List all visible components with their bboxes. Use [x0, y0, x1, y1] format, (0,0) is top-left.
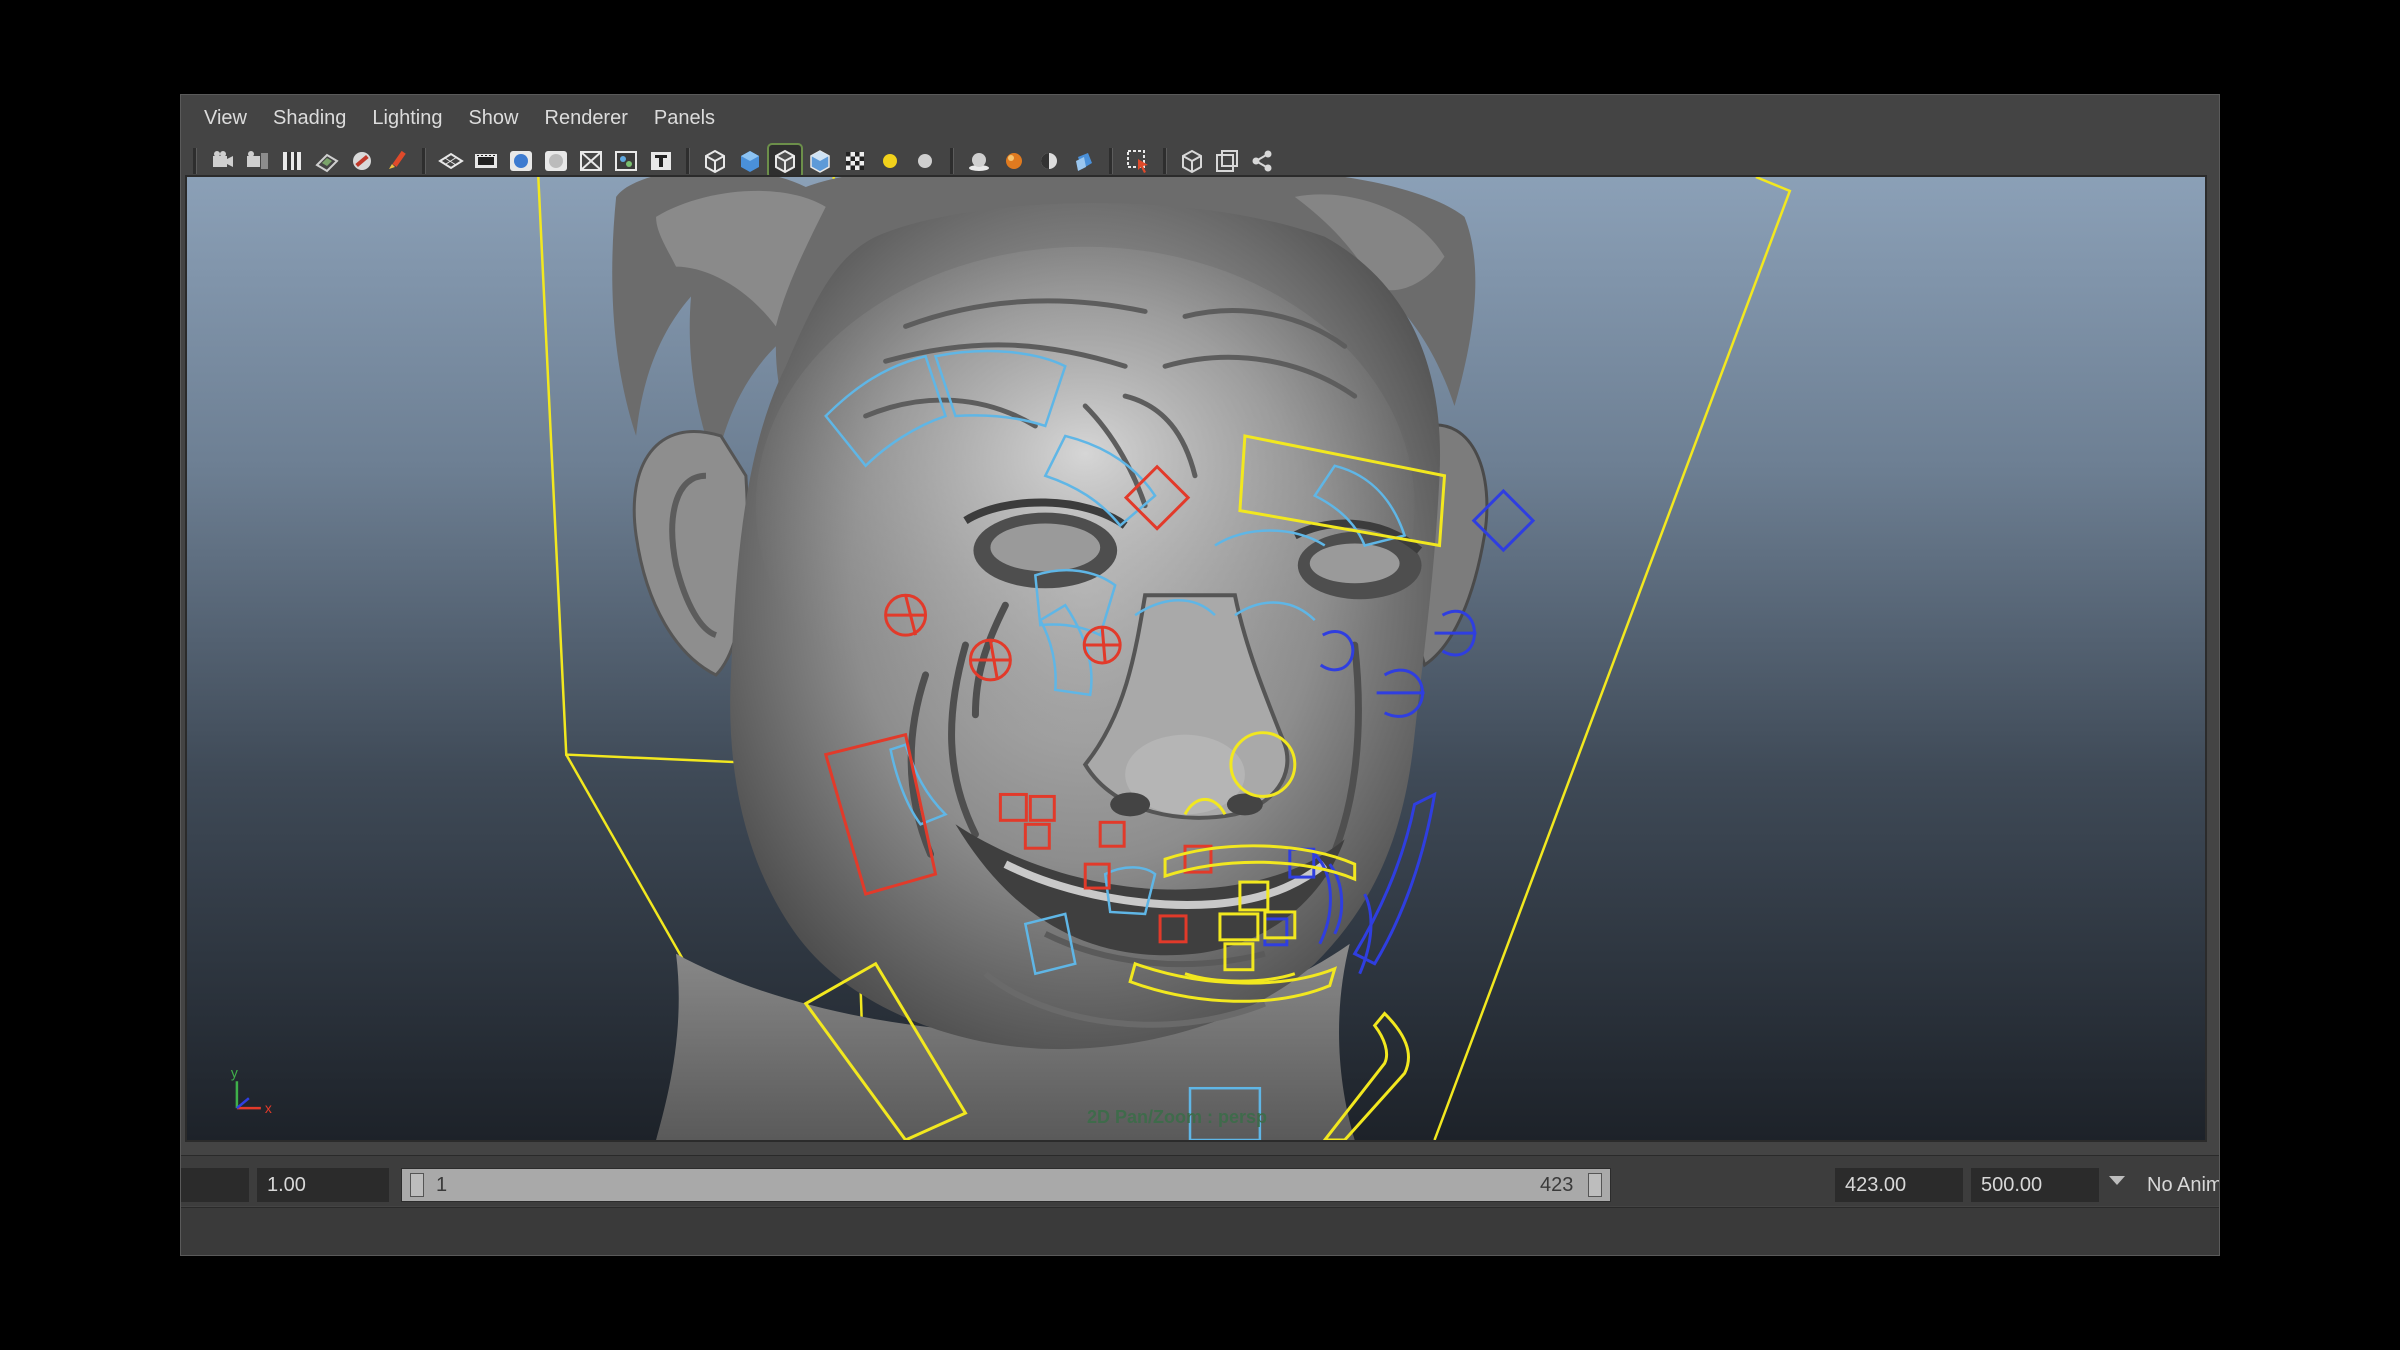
grid-icon[interactable]: [435, 145, 467, 177]
bookmark-icon[interactable]: [276, 145, 308, 177]
safe-action-icon[interactable]: [610, 145, 642, 177]
film-gate-icon[interactable]: [470, 145, 502, 177]
xray-icon[interactable]: [1176, 145, 1208, 177]
range-start-inner-label: 1: [436, 1174, 448, 1196]
toolbar-separator: [422, 148, 426, 174]
axis-x-label: x: [265, 1100, 272, 1116]
shadows-icon[interactable]: [963, 145, 995, 177]
screen-space-ao-icon[interactable]: [998, 145, 1030, 177]
range-start-handle[interactable]: [410, 1173, 424, 1197]
textured-icon[interactable]: [839, 145, 871, 177]
menu-renderer[interactable]: Renderer: [532, 95, 641, 141]
viewport-scene: y x: [231, 177, 1792, 1140]
default-light-icon[interactable]: [909, 145, 941, 177]
xray-joints-icon[interactable]: [1211, 145, 1243, 177]
range-end-inner-label: 423: [1540, 1174, 1574, 1196]
left-ear-sculpt: [632, 430, 750, 677]
command-line-strip: [181, 1207, 2219, 1255]
field-chart-icon[interactable]: [575, 145, 607, 177]
paint-icon[interactable]: [381, 145, 413, 177]
toolbar-separator: [686, 148, 690, 174]
anim-layer-label[interactable]: No Anim: [2147, 1168, 2219, 1202]
maya-viewport-panel: View Shading Lighting Show Renderer Pane…: [180, 94, 2220, 1256]
wireframe-on-shaded-icon[interactable]: [767, 143, 803, 179]
camera-icon[interactable]: [206, 145, 238, 177]
toolbar-separator: [1163, 148, 1167, 174]
toolbar-separator: [950, 148, 954, 174]
default-material-icon[interactable]: [804, 145, 836, 177]
axis-y-label: y: [231, 1064, 238, 1080]
anim-end-field[interactable]: 500.00: [1971, 1168, 2099, 1202]
multisample-aa-icon[interactable]: [1068, 145, 1100, 177]
hud-pan-zoom-label: 2D Pan/Zoom : persp: [1087, 1107, 1268, 1127]
toolbar-separator: [193, 148, 197, 174]
safe-title-icon[interactable]: [645, 145, 677, 177]
xray-components-icon[interactable]: [1246, 145, 1278, 177]
view-axis-indicator: y x: [231, 1064, 272, 1116]
range-end-field[interactable]: 423.00: [1835, 1168, 1963, 1202]
current-time-field[interactable]: 1.00: [257, 1168, 389, 1202]
menu-view[interactable]: View: [191, 95, 260, 141]
wireframe-icon[interactable]: [699, 145, 731, 177]
smooth-shade-icon[interactable]: [734, 145, 766, 177]
menu-shading[interactable]: Shading: [260, 95, 359, 141]
time-range-slider[interactable]: 1 423: [401, 1168, 1611, 1202]
start-time-field[interactable]: [181, 1168, 249, 1202]
panel-menubar: View Shading Lighting Show Renderer Pane…: [181, 95, 2219, 141]
menu-panels[interactable]: Panels: [641, 95, 728, 141]
menu-show[interactable]: Show: [455, 95, 531, 141]
use-all-lights-icon[interactable]: [874, 145, 906, 177]
anim-layer-dropdown-icon[interactable]: [2109, 1176, 2125, 1185]
motion-blur-icon[interactable]: [1033, 145, 1065, 177]
resolution-gate-icon[interactable]: [505, 145, 537, 177]
grease-pencil-icon[interactable]: [346, 145, 378, 177]
perspective-viewport[interactable]: y x 2D Pan/Zoom : persp: [185, 175, 2207, 1142]
range-end-handle[interactable]: [1588, 1173, 1602, 1197]
isolate-select-icon[interactable]: [1122, 145, 1154, 177]
range-slider-bar: 1.00 1 423 423.00 500.00 No Anim: [181, 1155, 2219, 1206]
menu-lighting[interactable]: Lighting: [359, 95, 455, 141]
camera-attributes-icon[interactable]: [241, 145, 273, 177]
gate-mask-icon[interactable]: [540, 145, 572, 177]
image-plane-icon[interactable]: [311, 145, 343, 177]
toolbar-separator: [1109, 148, 1113, 174]
